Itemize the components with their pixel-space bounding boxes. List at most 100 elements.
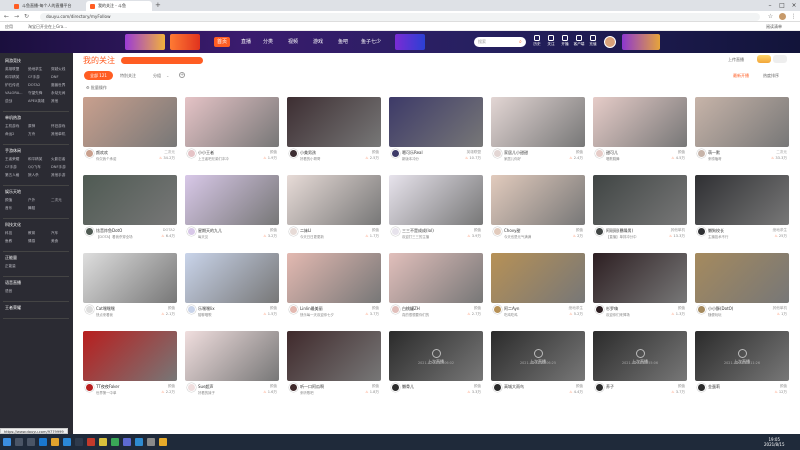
streamer-name[interactable]: 金蛋莉 [708,384,756,390]
search-icon[interactable]: ⌕ [519,39,522,45]
maximize-icon[interactable]: □ [776,0,788,11]
user-avatar[interactable] [604,36,616,48]
sidebar-item[interactable]: 怀旧游戏 [51,124,65,129]
app-icon[interactable] [111,438,119,446]
stream-category[interactable]: 颜值 [372,306,379,311]
stream-category[interactable]: 颜值 [372,150,379,155]
stream-thumbnail[interactable] [83,331,177,381]
sidebar-item[interactable]: 方舟 [28,132,35,137]
streamer-avatar[interactable] [289,383,298,392]
stream-thumbnail[interactable] [695,253,789,303]
sidebar-item[interactable]: 王者荣耀 [5,157,19,162]
streamer-avatar[interactable] [493,149,502,158]
browser-tab-0[interactable]: 斗鱼直播-每个人的直播平台 [10,1,85,11]
stream-card[interactable]: 上次直播 2021-08-11 22:06:25 高城大雨鸟 颜值 ♨ 4.4万 [491,331,585,406]
forward-icon[interactable]: → [12,12,21,21]
stream-thumbnail[interactable] [185,253,279,303]
stream-card[interactable]: 乐嘿嘿lix 颜值 陪聊唱歌 ♨ 1.5万 [185,253,279,328]
menu-icon[interactable]: ⋮ [789,12,798,21]
sidebar-item[interactable]: 其他手游 [51,173,65,178]
sidebar-item[interactable]: 火影忍者 [51,157,65,162]
upload-link[interactable]: 上传直播 [728,57,744,63]
sidebar-item[interactable]: 鱼教 [5,239,12,244]
stream-category[interactable]: 颜值 [576,384,583,389]
stream-card[interactable]: 小小酥(DotO) 其他单机 随便玩玩 ♨ 1万 [695,253,789,328]
stream-category[interactable]: 颜值 [474,384,481,389]
streamer-avatar[interactable] [697,383,706,392]
stream-category[interactable]: 颜值 [270,228,277,233]
streamer-avatar[interactable] [595,149,604,158]
sidebar-item[interactable]: 户外 [28,198,35,203]
nav-home[interactable]: 首页 [214,37,231,47]
close-icon[interactable]: × [788,0,800,11]
streamer-avatar[interactable] [595,383,604,392]
stream-card[interactable]: 三三不是成成(lol) 颜值 欢迎打三三的主播 ♨ 3.9万 [389,175,483,250]
stream-card[interactable]: 听一口阿瓜啊 颜值 来听歌吧 ♨ 1.8万 [287,331,381,406]
chevron-down-icon[interactable]: ⌄ [166,73,169,78]
stream-card[interactable]: 上次直播 2021-07-25 17:06:02 懒骨儿 颜值 ♨ 3.3万 [389,331,483,406]
stream-category[interactable]: 颜值 [678,150,685,155]
stream-category[interactable]: 颜值 [372,228,379,233]
bookmark-item[interactable]: 淘宝已开业在上Gra... [28,24,67,30]
sidebar-item[interactable]: 正能量 [5,264,16,269]
stream-category[interactable]: 颜值 [372,384,379,389]
new-tab-icon[interactable]: + [155,1,161,9]
stream-category[interactable]: 其他单机 [773,306,787,311]
streamer-name[interactable]: 懒骨儿 [402,384,450,390]
sidebar-item[interactable]: 穿越火线 [51,67,65,72]
tab-all[interactable]: 全部 121 [84,71,113,80]
profile-avatar[interactable] [779,13,786,20]
chrome-icon[interactable] [159,438,167,446]
sidebar-item[interactable]: 主机游戏 [5,124,19,129]
sidebar-section-title[interactable]: 正能量 [5,255,17,261]
sidebar-item[interactable]: DOTA2 [28,83,40,87]
banner-ad-event[interactable] [170,34,200,50]
stream-card[interactable]: 小美男孩 颜值 好看的小哥哥 ♨ 2.5万 [287,97,381,172]
stream-category[interactable]: 颜值 [270,306,277,311]
nav-yuba[interactable]: 鱼吧 [335,37,351,47]
sidebar-section-title[interactable]: 单机热游 [5,115,21,121]
nav-video[interactable]: 视频 [285,37,301,47]
stream-card[interactable]: 颜欢欢 二次元 你欠我个承诺 ♨ 34.2万 [83,97,177,172]
streamer-name[interactable]: 高城大雨鸟 [504,384,552,390]
stream-thumbnail[interactable] [185,331,279,381]
streamer-avatar[interactable] [697,305,706,314]
stream-thumbnail[interactable] [287,97,381,147]
streamer-avatar[interactable] [391,383,400,392]
sidebar-item[interactable]: 第五人格 [5,173,19,178]
stream-thumbnail[interactable] [389,253,483,303]
stream-card[interactable]: Sue超声 颜值 好看的妹子 ♨ 1.6万 [185,331,279,406]
sidebar-item[interactable]: CF手游 [28,75,40,80]
stream-category[interactable]: 其他单机 [671,228,685,233]
folder-icon[interactable] [51,438,59,446]
stream-thumbnail[interactable] [389,175,483,225]
streamer-avatar[interactable] [697,227,706,236]
task-view-icon[interactable] [27,438,35,446]
app-icon[interactable] [147,438,155,446]
stream-category[interactable]: 颜值 [270,384,277,389]
stream-card[interactable]: 阿斑斑(暴躁男) 其他单机 【直播】单排冲分中 ♨ 13.3万 [593,175,687,250]
sidebar-item[interactable]: 狼人杀 [28,173,39,178]
sidebar-item[interactable]: 炉石传说 [5,83,19,88]
stream-category[interactable]: 颜值 [168,384,175,389]
sidebar-item[interactable]: 英雄联盟 [5,67,19,72]
add-group-icon[interactable]: + [179,72,185,78]
streamer-avatar[interactable] [289,305,298,314]
stream-card[interactable]: 白桃罐ZH 颜值 真的很想要你们的 ♨ 2.7万 [389,253,483,328]
stream-card[interactable]: 家居儿小甜甜 颜值 家居儿你好 ♨ 2.4万 [491,97,585,172]
streamer-avatar[interactable] [289,227,298,236]
sidebar-item[interactable]: 语音 [5,289,12,294]
app-icon[interactable] [87,438,95,446]
sidebar-item[interactable]: 逆战 [5,99,12,104]
sidebar-section-title[interactable]: 网游竞技 [5,58,21,64]
streamer-avatar[interactable] [187,383,196,392]
stream-category[interactable]: 二次元 [776,150,787,155]
streamer-avatar[interactable] [85,227,94,236]
tab-special[interactable]: 特别关注 [120,73,136,79]
sidebar-item[interactable]: 魔兽世界 [51,83,65,88]
recharge-button[interactable]: 充值 [585,35,601,47]
nav-games[interactable]: 游戏 [310,37,326,47]
sidebar-item[interactable]: DNF手游 [51,165,66,170]
sidebar-item[interactable]: QQ飞车 [28,165,41,170]
bookmark-apps[interactable]: 应用 [5,24,13,30]
